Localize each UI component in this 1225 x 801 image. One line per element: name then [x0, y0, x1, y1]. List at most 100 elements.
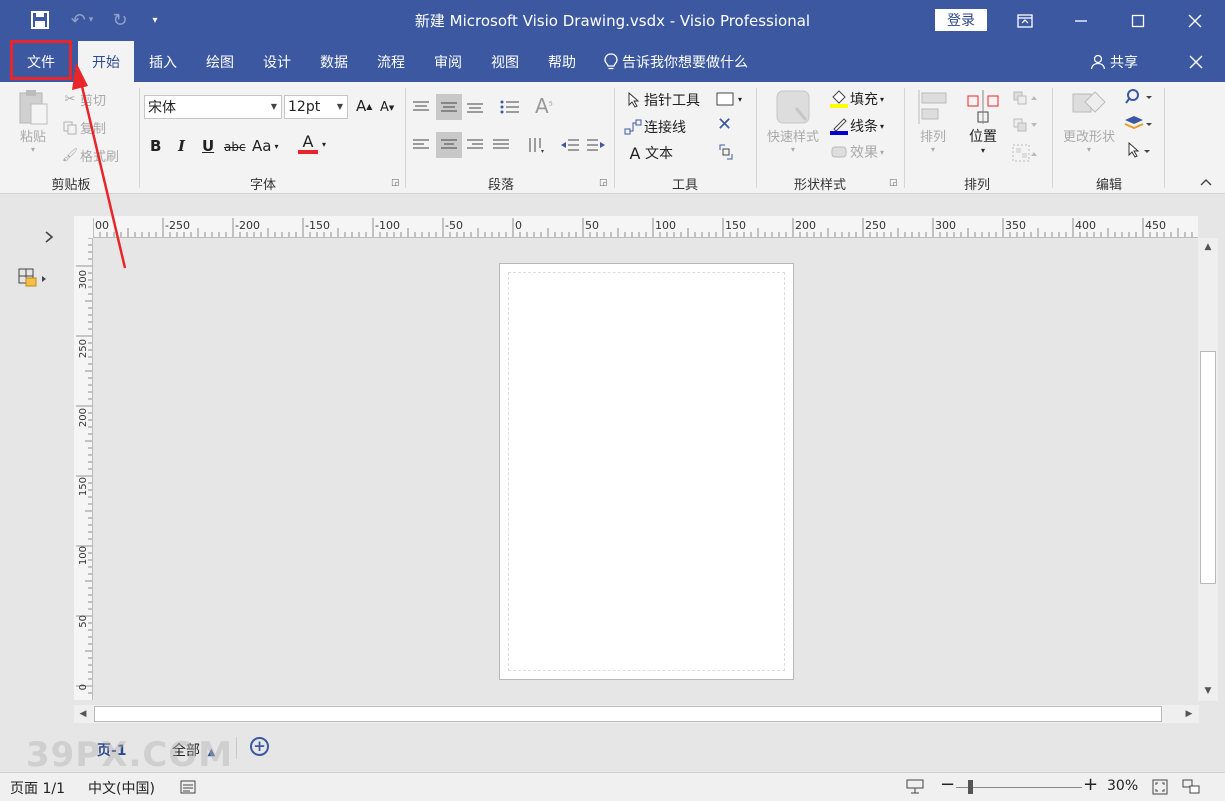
font-color-button[interactable]: A [298, 134, 318, 154]
text-tool-button[interactable]: A 文本 [625, 143, 673, 163]
paste-button[interactable]: 粘贴 ▾ [15, 88, 51, 154]
font-name-select[interactable]: 宋体 ▼ [144, 95, 282, 119]
zoom-out-button[interactable]: − [940, 774, 955, 795]
rectangle-shape-button[interactable]: ▾ [716, 92, 742, 106]
close-icon[interactable] [1184, 41, 1208, 82]
align-button[interactable]: 排列 ▾ [912, 88, 954, 154]
font-size-select[interactable]: 12pt ▼ [284, 95, 348, 119]
align-top-icon[interactable] [412, 94, 434, 120]
horizontal-scrollbar[interactable]: ◀ ▶ [74, 705, 1199, 723]
tell-me-search[interactable]: 告诉我你想要做什么 [604, 41, 748, 82]
shape-styles-dialog-launcher-icon[interactable]: ◲ [889, 178, 899, 188]
layers-icon[interactable] [1124, 115, 1154, 133]
position-button[interactable]: 位置 ▾ [962, 88, 1004, 155]
chevron-down-icon: ▾ [274, 141, 279, 151]
text-direction-icon[interactable]: A⁵ [535, 94, 553, 118]
macro-record-icon[interactable] [180, 780, 196, 798]
shrink-font-icon[interactable]: A ▼ [380, 100, 394, 115]
zoom-slider-thumb[interactable] [968, 780, 973, 794]
collapse-ribbon-icon[interactable] [1200, 178, 1212, 186]
quick-styles-button[interactable]: 快速样式 ▾ [760, 88, 826, 154]
close-icon[interactable]: ✕ [717, 114, 732, 135]
group-shapes-icon[interactable] [1012, 144, 1040, 162]
ruler-label: -50 [445, 219, 463, 232]
align-bottom-icon[interactable] [466, 94, 488, 120]
connection-point-icon[interactable] [716, 142, 736, 162]
bring-forward-icon[interactable] [1012, 90, 1040, 106]
scroll-up-icon[interactable]: ▲ [1200, 239, 1216, 255]
tab-help[interactable]: 帮助 [539, 41, 585, 82]
scroll-left-icon[interactable]: ◀ [75, 706, 91, 722]
chevron-down-icon[interactable]: ▾ [322, 140, 326, 149]
undo-icon[interactable]: ↶ ▾ [64, 8, 100, 32]
scroll-down-icon[interactable]: ▼ [1200, 683, 1216, 699]
decrease-indent-icon[interactable] [560, 132, 582, 158]
effects-button[interactable]: 效果 ▾ [828, 142, 884, 162]
line-button[interactable]: 线条 ▾ [828, 116, 884, 136]
font-dialog-launcher-icon[interactable]: ◲ [391, 178, 401, 188]
line-label: 线条 [850, 119, 878, 135]
vertical-scrollbar[interactable]: ▲ ▼ [1198, 238, 1218, 701]
scroll-right-icon[interactable]: ▶ [1181, 706, 1197, 722]
font-color-swatch [298, 150, 318, 154]
fill-button[interactable]: 填充 ▾ [828, 89, 884, 109]
send-backward-icon[interactable] [1012, 117, 1040, 133]
chevron-down-icon: ▾ [880, 121, 885, 131]
tab-review[interactable]: 审阅 [425, 41, 471, 82]
add-page-icon[interactable]: + [250, 737, 269, 756]
presentation-mode-icon[interactable] [906, 779, 924, 799]
tab-data[interactable]: 数据 [311, 41, 357, 82]
close-window-icon[interactable] [1172, 0, 1218, 41]
horizontal-scroll-thumb[interactable] [94, 706, 1162, 722]
switch-windows-icon[interactable] [1182, 779, 1200, 799]
zoom-slider-track[interactable] [956, 787, 1082, 788]
maximize-icon[interactable] [1115, 0, 1161, 41]
underline-button[interactable]: U [202, 137, 214, 155]
ribbon-display-options-icon[interactable] [1002, 0, 1048, 41]
tab-insert[interactable]: 插入 [140, 41, 186, 82]
page-indicator[interactable]: 页面 1/1 [10, 778, 65, 798]
tab-draw[interactable]: 绘图 [197, 41, 243, 82]
change-case-button[interactable]: Aa ▾ [252, 137, 278, 155]
shape-styles-group-label: 形状样式 [793, 178, 846, 193]
align-middle-icon[interactable] [436, 94, 462, 120]
share-button[interactable]: 共享 [1090, 41, 1138, 82]
align-center-icon[interactable] [436, 132, 462, 158]
tab-design[interactable]: 设计 [254, 41, 300, 82]
strikethrough-button[interactable]: abc [224, 140, 246, 154]
find-icon[interactable] [1124, 88, 1154, 106]
align-right-icon[interactable] [466, 132, 488, 158]
minimize-icon[interactable] [1058, 0, 1104, 41]
share-label: 共享 [1110, 54, 1138, 71]
tell-me-label: 告诉我你想要做什么 [622, 54, 748, 71]
paragraph-dialog-launcher-icon[interactable]: ◲ [599, 178, 609, 188]
pointer-tool-button[interactable]: 指针工具 [624, 90, 700, 110]
select-icon[interactable] [1128, 142, 1154, 160]
grow-font-icon[interactable]: A ▲ [356, 97, 372, 115]
vertical-text-icon[interactable] [527, 132, 549, 158]
tab-view[interactable]: 视图 [482, 41, 528, 82]
tab-process[interactable]: 流程 [368, 41, 414, 82]
person-icon [1090, 54, 1106, 70]
increase-indent-icon[interactable] [586, 132, 608, 158]
change-shape-button[interactable]: 更改形状 ▾ [1056, 88, 1122, 154]
italic-button[interactable]: I [178, 137, 185, 155]
zoom-in-button[interactable]: + [1083, 774, 1098, 795]
signin-button[interactable]: 登录 [935, 9, 987, 31]
drawing-page[interactable] [499, 263, 794, 680]
save-icon[interactable] [28, 8, 52, 32]
justify-icon[interactable] [492, 132, 514, 158]
connector-button[interactable]: 连接线 [622, 117, 686, 137]
fit-page-icon[interactable] [1152, 779, 1168, 799]
redo-icon[interactable]: ↻ [110, 8, 130, 32]
expand-shapes-pane-icon[interactable] [44, 231, 54, 247]
zoom-level[interactable]: 30% [1107, 778, 1138, 794]
language-indicator[interactable]: 中文(中国) [88, 778, 155, 798]
align-left-icon[interactable] [412, 132, 434, 158]
group-divider [1164, 88, 1165, 188]
bold-button[interactable]: B [150, 137, 161, 155]
shapes-stencil-icon[interactable] [18, 268, 48, 292]
customize-toolbar-icon[interactable]: ▾ [146, 8, 164, 32]
vertical-scroll-thumb[interactable] [1200, 351, 1216, 584]
bullets-icon[interactable] [500, 94, 522, 120]
